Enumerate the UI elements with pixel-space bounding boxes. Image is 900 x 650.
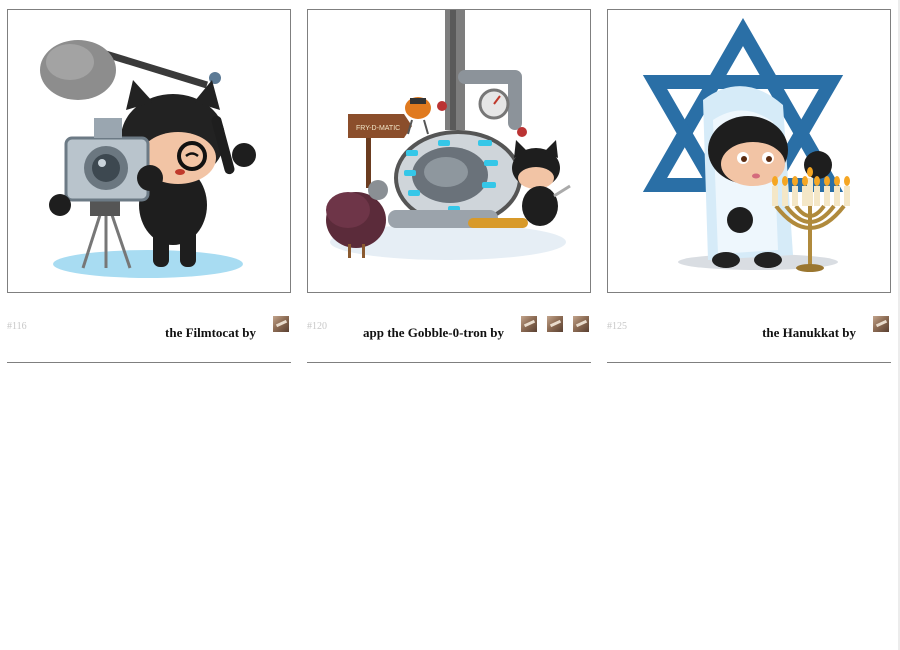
octocat-card: FRY-D-MATIC #120 app the Gobble-0-tron b… (307, 9, 591, 363)
title-line: the Filmtocat by (165, 316, 289, 341)
gobble-o-tron-image: FRY-D-MATIC (326, 10, 571, 260)
card-meta: #125 the Hanukkat by (607, 293, 891, 363)
octocat-title[interactable]: the Filmtocat by (165, 325, 256, 341)
octocat-card: #116 the Filmtocat by (7, 9, 291, 363)
contributor-avatar[interactable] (573, 316, 589, 332)
hanukkat-image (642, 17, 850, 272)
contributor-avatar[interactable] (873, 316, 889, 332)
octocat-card: #125 the Hanukkat by (607, 9, 891, 363)
octocat-title[interactable]: app the Gobble-0-tron by (363, 325, 504, 341)
card-meta: #116 the Filmtocat by (7, 293, 291, 363)
sign-text: FRY-D-MATIC (356, 125, 400, 132)
octocat-title[interactable]: the Hanukkat by (762, 325, 856, 341)
card-meta: #120 app the Gobble-0-tron by (307, 293, 591, 363)
octocat-number[interactable]: #116 (7, 321, 27, 332)
octocat-number[interactable]: #125 (607, 321, 627, 332)
octocat-image-link[interactable] (7, 9, 291, 293)
title-line: app the Gobble-0-tron by (363, 316, 589, 341)
title-line: the Hanukkat by (762, 316, 889, 341)
contributor-avatar[interactable] (521, 316, 537, 332)
octocat-image-link[interactable] (607, 9, 891, 293)
octocat-number[interactable]: #120 (307, 321, 327, 332)
contributor-avatar[interactable] (547, 316, 563, 332)
octocat-image-link[interactable]: FRY-D-MATIC (307, 9, 591, 293)
contributor-avatar[interactable] (273, 316, 289, 332)
filmtocat-image (40, 40, 256, 278)
octocat-grid: #116 the Filmtocat by FRY-D-MATIC #120 a… (7, 9, 891, 363)
